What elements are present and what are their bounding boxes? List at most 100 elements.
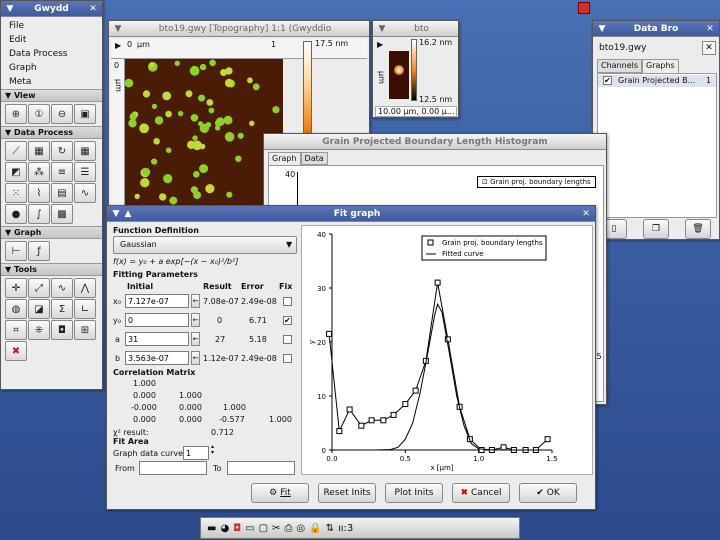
menu-edit[interactable]: Edit (1, 33, 102, 47)
distance-icon[interactable]: ⤢ (28, 278, 50, 298)
param-b-copy-button[interactable]: ← (191, 351, 200, 365)
ok-button[interactable]: ✔ OK (519, 483, 577, 503)
plot-inits-button[interactable]: Plot Inits (385, 483, 443, 503)
tools-icon[interactable]: ✂ (272, 523, 280, 534)
param-x0-copy-button[interactable]: ← (191, 294, 200, 308)
dots-icon[interactable]: ⁙ (5, 183, 27, 203)
desktop-icon[interactable]: ▢ (259, 523, 268, 534)
menu-graph[interactable]: Graph (1, 61, 102, 75)
terminal-icon[interactable]: ▬ (207, 523, 216, 534)
param-y0-copy-button[interactable]: ← (191, 313, 200, 327)
screen-close-icon[interactable] (578, 2, 590, 14)
shade-icon[interactable]: ◩ (5, 162, 27, 182)
network-icon[interactable]: ⇅ (326, 523, 334, 534)
small-window-titlebar[interactable]: ▼ bto (373, 21, 458, 37)
param-a-copy-button[interactable]: ← (191, 332, 200, 346)
graph-data-curve-spin[interactable] (183, 446, 209, 460)
app-icon[interactable]: ◘ (233, 523, 241, 534)
lines-icon[interactable]: ≡ (51, 162, 73, 182)
rotate-icon[interactable]: ↻ (51, 141, 73, 161)
topography-titlebar[interactable]: ▼ bto19.gwy [Topography] 1:1 (Gwyddio (109, 21, 369, 37)
menu-meta[interactable]: Meta (1, 75, 102, 89)
window-list-icon[interactable]: ▭ (245, 523, 254, 534)
color-range-icon[interactable]: ⊞ (74, 320, 96, 340)
list-icon[interactable]: ☰ (74, 162, 96, 182)
ruler-corner-arrow[interactable]: ▶ (377, 40, 383, 49)
browser-icon[interactable]: ◎ (296, 523, 305, 534)
printer-icon[interactable]: ⎙ (284, 523, 292, 534)
profile-tool-icon[interactable]: ∿ (51, 278, 73, 298)
section-tools[interactable]: ▼ Tools (1, 263, 102, 276)
duplicate-icon[interactable]: ❐ (643, 219, 669, 239)
graph-measure-icon[interactable]: ⊢ (5, 241, 27, 261)
param-b-initial-input[interactable] (125, 351, 189, 365)
window-menu-icon[interactable]: ▼ (597, 24, 607, 34)
visibility-checkbox[interactable]: ✔ (603, 76, 612, 85)
histogram-titlebar[interactable]: Grain Projected Boundary Length Histogra… (264, 134, 606, 150)
disk-icon[interactable]: ◕ (220, 523, 229, 534)
small-image[interactable] (389, 51, 409, 99)
browser-close-file-icon[interactable]: ✕ (702, 41, 716, 55)
zoom-1-1-icon[interactable]: ① (28, 104, 50, 124)
reset-inits-button[interactable]: Reset Inits (318, 483, 376, 503)
param-b-fix-checkbox[interactable] (283, 354, 292, 363)
remove-spots-icon[interactable]: ✖ (5, 341, 27, 361)
profile-icon[interactable]: ∿ (74, 183, 96, 203)
section-graph[interactable]: ▼ Graph (1, 226, 102, 239)
tab-graphs[interactable]: Graphs (642, 59, 679, 73)
polynomial-icon[interactable]: ◪ (28, 299, 50, 319)
fit-graph-titlebar[interactable]: ▼ ▲ Fit graph ✕ (107, 206, 595, 222)
menu-data-process[interactable]: Data Process (1, 47, 102, 61)
to-input[interactable] (227, 461, 295, 475)
param-a-initial-input[interactable] (125, 332, 189, 346)
line-stats-icon[interactable]: ⌗ (5, 320, 27, 340)
data-browser-titlebar[interactable]: ▼ Data Bro ✕ (593, 21, 719, 37)
spectro-icon[interactable]: ⋀ (74, 278, 96, 298)
tab-channels[interactable]: Channels (597, 59, 643, 73)
list-item[interactable]: ✔ Grain Projected B... 1 (598, 75, 716, 87)
param-x0-initial-input[interactable] (125, 294, 189, 308)
filter-icon[interactable]: ◍ (5, 299, 27, 319)
menu-file[interactable]: File (1, 19, 102, 33)
cancel-button[interactable]: ✖ Cancel (452, 483, 510, 503)
3d-view-icon[interactable]: ▣ (74, 104, 96, 124)
spin-arrows-icon[interactable]: ▴ ▾ (211, 444, 214, 456)
fit-button[interactable]: ⚙ Fit (251, 483, 309, 503)
window-menu-icon[interactable]: ▼ (5, 4, 15, 14)
tab-graph[interactable]: Graph (268, 152, 301, 165)
mask-icon[interactable]: ▩ (51, 204, 73, 224)
section-view[interactable]: ▼ View (1, 89, 102, 102)
grains-icon[interactable]: ⁂ (28, 162, 50, 182)
param-y0-initial-input[interactable] (125, 313, 189, 327)
fit-plot-area[interactable]: 0 10 20 30 40 0.0 0.5 1.0 1.5 x [µm] y Grain proj. … (301, 225, 593, 475)
roughness-icon[interactable]: ∟ (74, 299, 96, 319)
window-menu-icon[interactable]: ▼ (111, 209, 121, 219)
scale-icon[interactable]: ▦ (28, 141, 50, 161)
lock-icon[interactable]: 🔒 (309, 523, 321, 534)
toolbox-titlebar[interactable]: ▼ Gwydd ✕ (1, 1, 102, 17)
fft-icon[interactable]: ⌇ (28, 183, 50, 203)
trash-icon[interactable]: 🗑 (685, 219, 711, 239)
window-menu-icon[interactable]: ▼ (377, 24, 387, 34)
param-a-fix-checkbox[interactable] (283, 335, 292, 344)
function-select[interactable]: Gaussian ▼ (113, 236, 297, 254)
stats-icon[interactable]: Σ (51, 299, 73, 319)
zoom-in-icon[interactable]: ⊕ (5, 104, 27, 124)
grid-icon[interactable]: ▦ (74, 141, 96, 161)
tab-data[interactable]: Data (300, 152, 328, 165)
select-icon[interactable]: ⁜ (28, 320, 50, 340)
param-x0-fix-checkbox[interactable] (283, 297, 292, 306)
ruler-corner-arrow[interactable]: ▶ (115, 41, 121, 50)
param-y0-fix-checkbox[interactable]: ✔ (283, 316, 292, 325)
topography-image[interactable] (125, 59, 283, 215)
close-icon[interactable]: ✕ (705, 24, 715, 34)
from-input[interactable] (139, 461, 207, 475)
stripes-icon[interactable]: ▤ (51, 183, 73, 203)
sphere-icon[interactable]: ● (5, 204, 27, 224)
close-icon[interactable]: ✕ (88, 4, 98, 14)
window-shade-icon[interactable]: ▲ (123, 209, 133, 219)
zoom-out-icon[interactable]: ⊖ (51, 104, 73, 124)
level-icon[interactable]: ⟋ (5, 141, 27, 161)
section-data-process[interactable]: ▼ Data Process (1, 126, 102, 139)
window-menu-icon[interactable]: ▼ (113, 24, 123, 34)
